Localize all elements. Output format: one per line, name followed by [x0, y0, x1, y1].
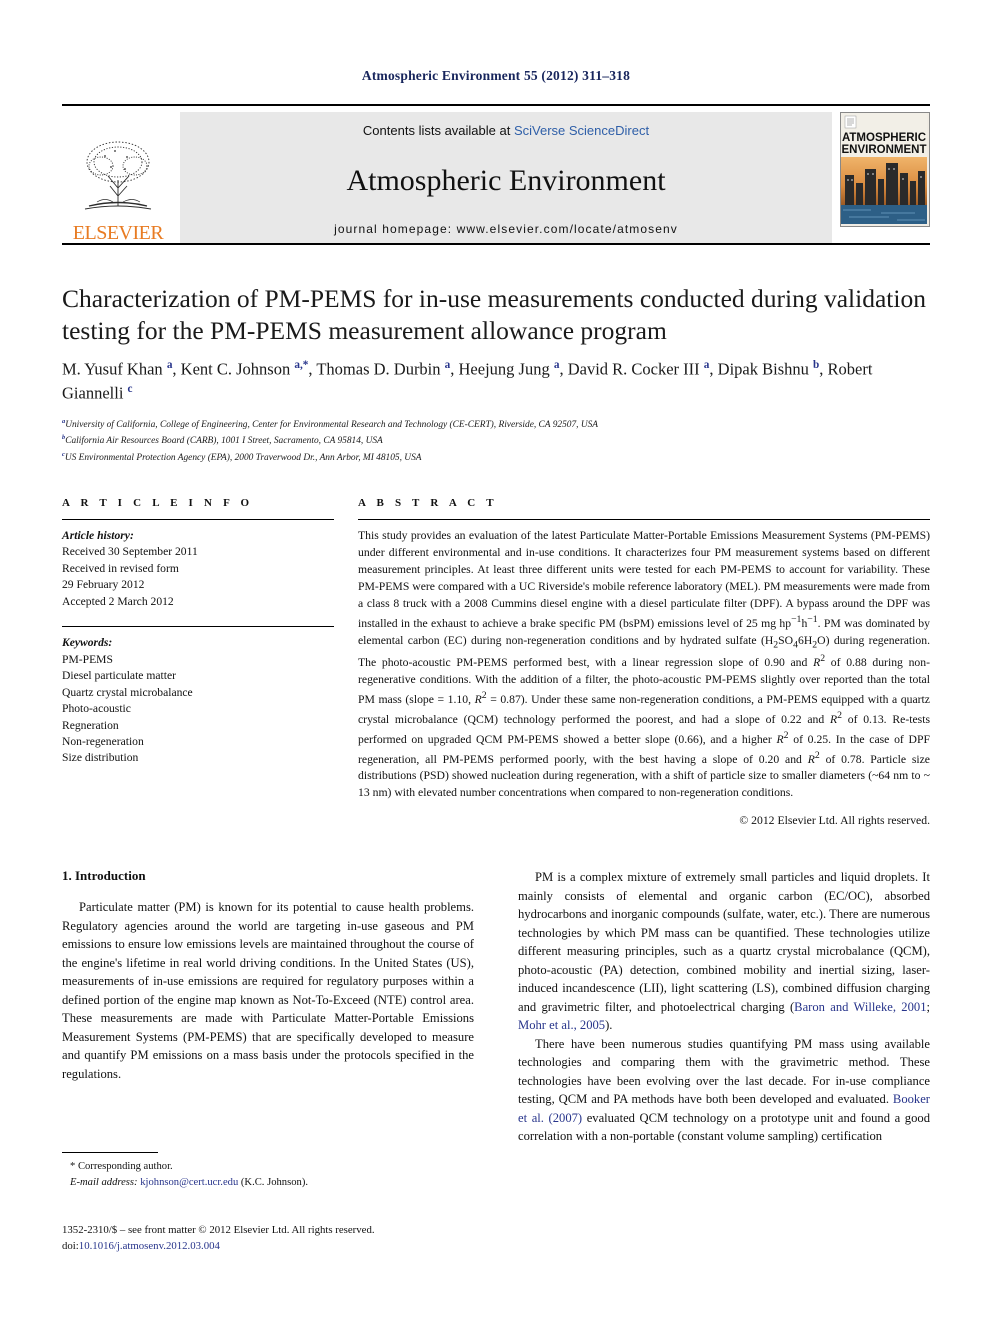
affiliation-item: aUniversity of California, College of En…: [62, 418, 599, 431]
title-divider: [62, 243, 930, 245]
doi-line: doi:10.1016/j.atmosenv.2012.03.004: [62, 1238, 532, 1254]
email-note: E-mail address: kjohnson@cert.ucr.edu (K…: [62, 1175, 474, 1191]
keyword-item: PM-PEMS: [62, 652, 113, 666]
keywords-label: Keywords:: [62, 636, 113, 650]
affiliation-list: aUniversity of California, College of En…: [62, 417, 930, 466]
elsevier-logo: ELSEVIER: [62, 112, 174, 245]
section-heading-introduction: 1. Introduction: [62, 868, 146, 883]
paragraph: PM is a complex mixture of extremely sma…: [518, 870, 930, 1032]
journal-cover-thumbnail: ATMOSPHERIC ENVIRONMENT: [840, 112, 930, 227]
issn-copyright-line: 1352-2310/$ – see front matter © 2012 El…: [62, 1224, 375, 1236]
article-history-block: Article history: Received 30 September 2…: [62, 528, 334, 610]
elsevier-wordmark: ELSEVIER: [72, 222, 164, 244]
email-owner: (K.C. Johnson).: [240, 1176, 309, 1188]
sciencedirect-link[interactable]: SciVerse ScienceDirect: [514, 123, 649, 138]
paper-page: Atmospheric Environment 55 (2012) 311–31…: [0, 0, 992, 1323]
keyword-item: Regneration: [62, 718, 119, 732]
svg-text:ENVIRONMENT: ENVIRONMENT: [842, 144, 927, 156]
journal-cover-image: ATMOSPHERIC ENVIRONMENT: [841, 113, 927, 224]
svg-text:ATMOSPHERIC: ATMOSPHERIC: [842, 132, 926, 144]
doi-link[interactable]: 10.1016/j.atmosenv.2012.03.004: [79, 1240, 220, 1252]
keyword-item: Photo-acoustic: [62, 702, 131, 716]
article-info-rule: [62, 519, 334, 520]
footer-block: 1352-2310/$ – see front matter © 2012 El…: [62, 1222, 532, 1254]
elsevier-tree-icon: [84, 141, 152, 210]
email-link[interactable]: kjohnson@cert.ucr.edu: [140, 1177, 238, 1188]
article-history-label: Article history:: [62, 529, 134, 542]
history-line: Accepted 2 March 2012: [62, 594, 174, 608]
masthead-banner: Contents lists available at SciVerse Sci…: [180, 112, 832, 245]
keyword-item: Non-regeneration: [62, 734, 144, 748]
body-column-left: 1. Introduction Particulate matter (PM) …: [62, 868, 474, 1146]
paragraph: Particulate matter (PM) is known for its…: [62, 900, 474, 1081]
author-list: M. Yusuf Khan a, Kent C. Johnson a,*, Th…: [62, 359, 873, 403]
keyword-item: Diesel particulate matter: [62, 669, 176, 683]
article-info-heading: A R T I C L E I N F O: [62, 497, 254, 509]
info-abstract-region: A R T I C L E I N F O Article history: R…: [62, 497, 930, 827]
abstract-column: A B S T R A C T This study provides an e…: [358, 497, 930, 827]
doi-label: doi:: [62, 1240, 79, 1253]
running-head: Atmospheric Environment 55 (2012) 311–31…: [361, 68, 631, 83]
corresponding-author-note: * Corresponding author.: [70, 1161, 173, 1172]
keywords-rule: [62, 626, 334, 628]
affiliation-item: bCalifornia Air Resources Board (CARB), …: [62, 434, 383, 447]
contents-prefix: Contents lists available at: [362, 123, 514, 138]
contents-available-line: Contents lists available at SciVerse Sci…: [363, 123, 649, 138]
journal-masthead: ELSEVIER Contents lists available at Sci…: [62, 104, 930, 245]
footnote-block: * Corresponding author. E-mail address: …: [62, 1152, 474, 1191]
abstract-heading: A B S T R A C T: [358, 497, 498, 509]
abstract-text: This study provides an evaluation of the…: [358, 529, 930, 800]
history-line: Received 30 September 2011: [62, 545, 198, 559]
paragraph: There have been numerous studies quantif…: [518, 1036, 930, 1144]
page-title: Characterization of PM-PEMS for in-use m…: [62, 284, 926, 346]
journal-title: Atmospheric Environment: [346, 164, 666, 197]
keyword-item: Size distribution: [62, 751, 139, 765]
keyword-item: Quartz crystal microbalance: [62, 685, 193, 699]
body-columns: 1. Introduction Particulate matter (PM) …: [62, 868, 930, 1146]
article-info-column: A R T I C L E I N F O Article history: R…: [62, 497, 334, 827]
abstract-rule: [358, 519, 930, 520]
journal-homepage-line[interactable]: journal homepage: www.elsevier.com/locat…: [334, 222, 678, 236]
history-line: Received in revised form: [62, 561, 179, 575]
email-label: E-mail address:: [70, 1176, 138, 1188]
keywords-block: Keywords: PM-PEMS Diesel particulate mat…: [62, 635, 334, 767]
body-column-right: PM is a complex mixture of extremely sma…: [518, 868, 930, 1146]
abstract-copyright: © 2012 Elsevier Ltd. All rights reserved…: [739, 814, 930, 828]
footnote-divider: [62, 1152, 158, 1153]
history-line: 29 February 2012: [62, 578, 145, 592]
affiliation-item: cUS Environmental Protection Agency (EPA…: [62, 450, 422, 463]
